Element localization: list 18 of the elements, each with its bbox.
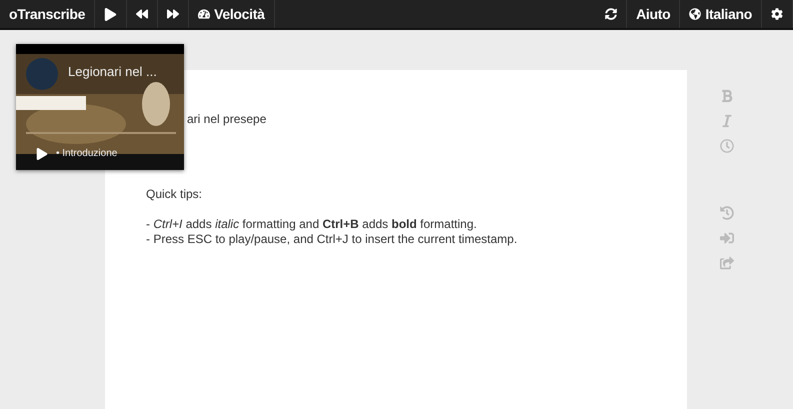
tips-heading: Quick tips: xyxy=(146,187,204,202)
rewind-icon xyxy=(136,8,148,20)
brand-link[interactable]: oTranscribe xyxy=(0,0,96,28)
globe-icon xyxy=(689,8,702,20)
nav-button[interactable]: Italiano xyxy=(680,0,762,28)
tip-text: - Ctrl+I adds italic formatting and Ctrl+B adds bold formatting. xyxy=(146,217,478,232)
settings-icon xyxy=(771,8,783,20)
tip-text: - Press ESC to play/pause, and Ctrl+J to insert the current timestamp. xyxy=(146,232,518,247)
video-title: Legionari nel ... xyxy=(68,64,157,79)
nav-button[interactable]: Aiuto xyxy=(627,0,680,28)
play-icon[interactable] xyxy=(36,148,48,160)
sync-icon xyxy=(605,8,618,20)
gauge-icon xyxy=(198,8,210,20)
nav-button[interactable]: Velocità xyxy=(189,0,275,28)
forward-icon xyxy=(167,8,180,20)
chapter-label: • Introduzione xyxy=(56,148,118,159)
document-title: ari nel presepe xyxy=(187,112,268,127)
play-icon xyxy=(104,8,118,20)
